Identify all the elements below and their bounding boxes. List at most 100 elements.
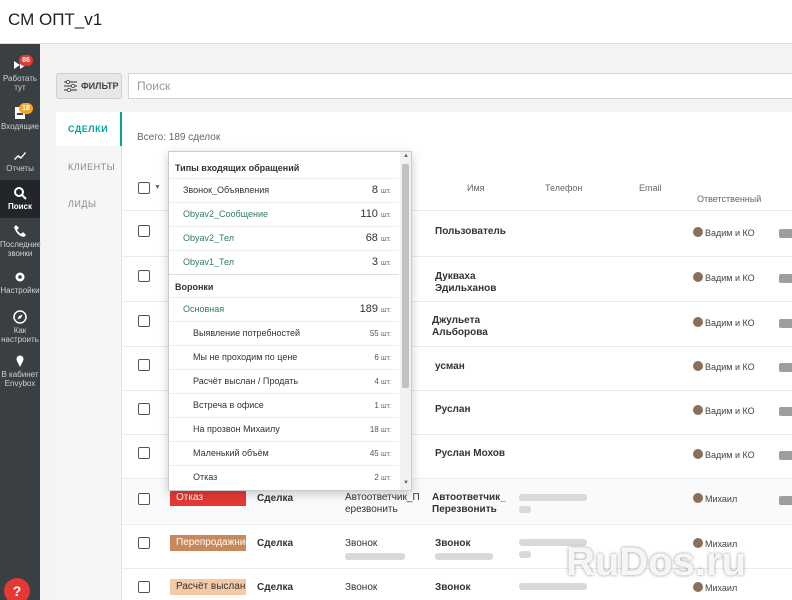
- responsible: Вадим и КО: [693, 272, 755, 283]
- watermark-logo: RuDos.ru: [566, 540, 746, 584]
- entity-tabs: СДЕЛКИ КЛИЕНТЫ ЛИДЫ: [56, 112, 122, 600]
- avatar: [693, 272, 703, 282]
- stage-badge: Расчёт выслан: [170, 579, 246, 595]
- client-name[interactable]: усман: [435, 361, 465, 373]
- client-name[interactable]: Руслан: [435, 404, 471, 416]
- notification-badge: 86: [19, 55, 33, 66]
- dropdown-stage-item[interactable]: Мы не проходим по цене 6 шт.: [169, 345, 399, 368]
- row-checkbox[interactable]: [138, 225, 150, 237]
- phone-icon: [13, 224, 27, 238]
- dropdown-stage-item[interactable]: На прозвон Михаилу 18 шт.: [169, 417, 399, 440]
- column-header-phone[interactable]: Телефон: [545, 183, 582, 193]
- help-button[interactable]: ?: [4, 578, 30, 600]
- dropdown-funnel-item[interactable]: Основная 189 шт.: [169, 297, 399, 320]
- deal-source[interactable]: Звонок: [345, 538, 377, 550]
- ice-cream-icon: [13, 354, 27, 368]
- responsible: Вадим и КО: [693, 361, 755, 372]
- row-checkbox[interactable]: [138, 359, 150, 371]
- dropdown-item[interactable]: Obyav2_Тел 68 шт.: [169, 226, 399, 249]
- sidebar-item-work-here[interactable]: 86 Работать тут: [0, 55, 40, 96]
- dropdown-stage-item[interactable]: Встреча в офисе 1 шт.: [169, 393, 399, 416]
- avatar: [693, 493, 703, 503]
- deal-source[interactable]: Звонок: [345, 582, 377, 594]
- row-checkbox[interactable]: [138, 270, 150, 282]
- client-name[interactable]: Руслан Мохов: [435, 448, 505, 460]
- dropdown-stage-item[interactable]: Отказ 2 шт.: [169, 465, 399, 488]
- select-all-checkbox[interactable]: [138, 182, 150, 194]
- stage-badge: Отказ: [170, 490, 246, 506]
- sidebar-item-envybox-cabinet[interactable]: В кабинет Envybox: [0, 354, 40, 392]
- avatar: [693, 449, 703, 459]
- dropdown-item[interactable]: Obyav2_Сообщение 110 шт.: [169, 202, 399, 225]
- tab-leads[interactable]: ЛИДЫ: [56, 187, 122, 221]
- filter-label: ФИЛЬТР: [81, 81, 119, 91]
- row-checkbox[interactable]: [138, 315, 150, 327]
- sidebar-item-inbox[interactable]: 18 Входящие: [0, 103, 40, 144]
- lead-types-dropdown[interactable]: Типы входящих обращений Звонок_Объявлени…: [168, 151, 412, 491]
- trending-up-icon: [13, 148, 27, 162]
- sidebar-item-label: Отчеты: [6, 164, 34, 173]
- avatar: [693, 361, 703, 371]
- sidebar-item-recent-calls[interactable]: Последние звонки: [0, 224, 41, 262]
- phone-value-blurred: [435, 553, 493, 560]
- client-name[interactable]: Звонок: [435, 538, 471, 550]
- gear-icon: [13, 270, 27, 284]
- sidebar-item-label: Настройки: [0, 286, 40, 295]
- sidebar-item-search[interactable]: Поиск: [0, 180, 40, 218]
- dropdown-stage-item[interactable]: Маленький объём 45 шт.: [169, 441, 399, 464]
- deal-type: Сделка: [257, 538, 294, 549]
- sidebar-item-label: Входящие: [1, 122, 39, 131]
- responsible: Вадим и КО: [693, 317, 755, 328]
- responsible: Вадим и КО: [693, 449, 755, 460]
- divider: [122, 524, 792, 525]
- notification-badge: 18: [19, 103, 33, 114]
- dropdown-stage-item[interactable]: Выявление потребностей 55 шт.: [169, 321, 399, 344]
- search-icon: [13, 186, 27, 200]
- results-panel: [56, 112, 792, 600]
- status-chip: [779, 496, 792, 505]
- search-input[interactable]: [128, 73, 792, 99]
- client-name[interactable]: Автоответчик_Перезвонить: [432, 492, 512, 516]
- dropdown-scrollbar[interactable]: ▲ ▼: [400, 152, 411, 490]
- app-title: СМ ОПТ_v1: [8, 10, 103, 29]
- dropdown-item[interactable]: Obyav1_Тел 3 шт.: [169, 250, 399, 273]
- row-checkbox[interactable]: [138, 447, 150, 459]
- sidebar-item-how-to-setup[interactable]: Как настроить: [0, 310, 40, 348]
- client-name[interactable]: Джульета Альборова: [432, 315, 502, 339]
- status-chip: [779, 363, 792, 372]
- sidebar-item-settings[interactable]: Настройки: [0, 270, 40, 308]
- column-header-name[interactable]: Имя: [467, 183, 485, 193]
- chevron-down-icon[interactable]: ▼: [154, 184, 161, 191]
- status-chip: [779, 274, 792, 283]
- phone-value-blurred: [519, 551, 531, 558]
- scroll-up-icon[interactable]: ▲: [402, 153, 410, 159]
- row-checkbox[interactable]: [138, 537, 150, 549]
- deal-source[interactable]: Автоответчик_Перезвонить: [345, 492, 425, 516]
- client-name[interactable]: Дукваха Эдильханов: [435, 271, 515, 295]
- dropdown-stage-item[interactable]: Расчёт выслан / Продать 4 шт.: [169, 369, 399, 392]
- filter-button[interactable]: ФИЛЬТР: [56, 73, 122, 99]
- row-checkbox[interactable]: [138, 493, 150, 505]
- column-header-responsible[interactable]: Ответственный: [697, 194, 761, 204]
- column-header-email[interactable]: Email: [639, 183, 662, 193]
- tab-clients[interactable]: КЛИЕНТЫ: [56, 150, 122, 184]
- top-bar: СМ ОПТ_v1: [0, 0, 792, 44]
- sidebar-item-label: Работать тут: [2, 74, 38, 92]
- dropdown-item[interactable]: Звонок_Объявления 8 шт.: [169, 178, 399, 201]
- scroll-down-icon[interactable]: ▼: [402, 480, 410, 486]
- status-chip: [779, 319, 792, 328]
- tab-deals[interactable]: СДЕЛКИ: [56, 112, 122, 146]
- client-name[interactable]: Пользователь: [435, 226, 506, 238]
- dropdown-group-title: Типы входящих обращений: [175, 163, 300, 173]
- phone-value-blurred: [519, 506, 531, 513]
- compass-icon: [13, 310, 27, 324]
- row-checkbox[interactable]: [138, 581, 150, 593]
- avatar: [693, 405, 703, 415]
- status-chip: [779, 229, 792, 238]
- row-checkbox[interactable]: [138, 403, 150, 415]
- client-name[interactable]: Звонок: [435, 582, 471, 594]
- scrollbar-thumb[interactable]: [402, 164, 409, 388]
- total-count: Всего: 189 сделок: [137, 132, 221, 143]
- responsible: Вадим и КО: [693, 405, 755, 416]
- status-chip: [779, 407, 792, 416]
